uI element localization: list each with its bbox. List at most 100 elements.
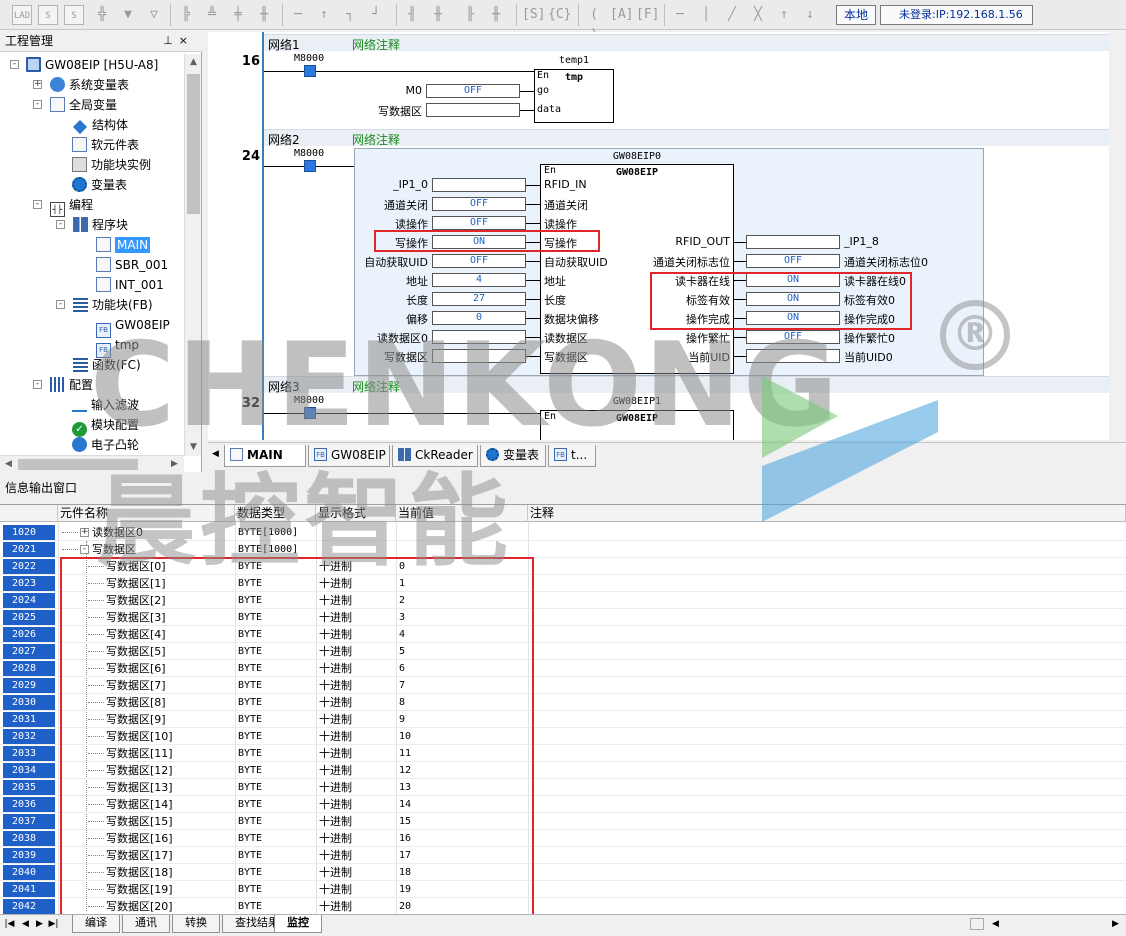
input-value-field[interactable]: 27 bbox=[432, 292, 526, 306]
insert-down-icon[interactable]: ▼ bbox=[118, 5, 138, 25]
contact-no-icon[interactable]: ╢ bbox=[402, 5, 422, 25]
output-value-field[interactable] bbox=[746, 235, 840, 249]
prev-tab-icon[interactable]: ◀ bbox=[20, 919, 31, 929]
last-tab-icon[interactable]: ▶| bbox=[48, 919, 59, 929]
tree-item-global-vars[interactable]: 全局变量 bbox=[50, 95, 117, 115]
network-header[interactable]: 网络2 网络注释 bbox=[264, 129, 1126, 147]
contact-m8000[interactable] bbox=[304, 65, 316, 77]
tab-gw08eip[interactable]: FB GW08EIP bbox=[308, 445, 390, 467]
expand-toggle[interactable]: + bbox=[80, 528, 89, 537]
tree-item-main[interactable]: MAIN bbox=[96, 235, 151, 255]
expand-toggle[interactable]: - bbox=[33, 380, 42, 389]
output-value-field[interactable]: OFF bbox=[746, 330, 840, 344]
tab-comm[interactable]: 通讯 bbox=[122, 915, 170, 933]
output-value-field[interactable] bbox=[746, 349, 840, 363]
expand-toggle[interactable]: - bbox=[80, 545, 89, 554]
tree-item-functions[interactable]: 函数(FC) bbox=[73, 355, 141, 375]
local-button[interactable]: 本地 bbox=[836, 5, 876, 25]
tree-item-int001[interactable]: INT_001 bbox=[96, 275, 164, 295]
input-value-field[interactable]: OFF bbox=[432, 197, 526, 211]
coil-a-icon[interactable]: [A] bbox=[610, 5, 633, 25]
contact-m8000[interactable] bbox=[304, 160, 316, 172]
tree-item-system-vars[interactable]: 系统变量表 bbox=[50, 75, 129, 95]
coil-set-icon[interactable]: [S] bbox=[522, 5, 545, 25]
coil-reset-icon[interactable]: {C} bbox=[548, 5, 571, 25]
tab-var-table[interactable]: 变量表 bbox=[480, 445, 546, 467]
tab-more[interactable]: FB t... bbox=[548, 445, 596, 467]
tree-item-var-table[interactable]: 变量表 bbox=[72, 175, 127, 195]
vline-icon[interactable]: ↑ bbox=[314, 5, 334, 25]
table-row[interactable]: 2021 - 写数据区 BYTE[1000] bbox=[0, 541, 1126, 558]
arrow-down-icon[interactable]: ↓ bbox=[800, 5, 820, 25]
output-value-field[interactable]: OFF bbox=[746, 254, 840, 268]
input-value-field[interactable]: OFF bbox=[432, 216, 526, 230]
tree-item-programming[interactable]: ┤├ 编程 bbox=[50, 195, 93, 217]
coil-icon[interactable]: ( ) bbox=[584, 5, 604, 42]
expand-toggle[interactable]: - bbox=[56, 300, 65, 309]
tab-main[interactable]: MAIN bbox=[224, 445, 306, 467]
line-vertical-icon[interactable]: │ bbox=[696, 5, 716, 25]
parallel-icon[interactable]: ╪ bbox=[228, 5, 248, 25]
hscroll-right-icon[interactable]: ▶ bbox=[1110, 919, 1121, 929]
insert-row-icon[interactable]: ╬ bbox=[92, 5, 112, 25]
tab-monitor[interactable]: 监控 bbox=[274, 915, 322, 933]
delete-vline-icon[interactable]: ╳ bbox=[748, 5, 768, 25]
ladder-mode-icon[interactable]: LAD bbox=[12, 5, 32, 25]
branch-end-icon[interactable]: ╩ bbox=[202, 5, 222, 25]
tree-item-function-blocks[interactable]: 功能块(FB) bbox=[73, 295, 153, 315]
tree-item-gw08eip[interactable]: FB GW08EIP bbox=[96, 315, 170, 338]
expand-toggle[interactable]: - bbox=[56, 220, 65, 229]
delete-line-icon[interactable]: ╱ bbox=[722, 5, 742, 25]
input-value-field[interactable]: 0 bbox=[432, 311, 526, 325]
tab-ckreader[interactable]: CkReader bbox=[392, 445, 478, 467]
expand-toggle[interactable]: - bbox=[33, 100, 42, 109]
tree-item-device-table[interactable]: 软元件表 bbox=[72, 135, 139, 155]
line-horizontal-icon[interactable]: ─ bbox=[670, 5, 690, 25]
value-field[interactable] bbox=[426, 103, 520, 117]
input-value-field[interactable]: OFF bbox=[432, 254, 526, 268]
tree-item-tmp[interactable]: FB tmp bbox=[96, 335, 139, 358]
contact-rise-icon[interactable]: ╟ bbox=[460, 5, 480, 25]
tree-item-cam[interactable]: 电子凸轮 bbox=[72, 435, 139, 454]
scroll-thumb[interactable] bbox=[187, 74, 200, 214]
input-value-field[interactable] bbox=[432, 178, 526, 192]
st-mode-icon[interactable]: S bbox=[64, 5, 84, 25]
network-header[interactable]: 网络3 网络注释 bbox=[264, 376, 1126, 394]
hline-icon[interactable]: ─ bbox=[288, 5, 308, 25]
branch-icon[interactable]: ╠ bbox=[176, 5, 196, 25]
contact-nc-icon[interactable]: ╫ bbox=[428, 5, 448, 25]
tab-compile[interactable]: 编译 bbox=[72, 915, 120, 933]
expand-toggle[interactable]: - bbox=[33, 200, 42, 209]
scroll-thumb[interactable] bbox=[18, 459, 138, 470]
next-tab-icon[interactable]: ▶ bbox=[34, 919, 45, 929]
scroll-right-icon[interactable]: ▶ bbox=[166, 456, 183, 473]
ladder-vertical-scrollbar[interactable] bbox=[1109, 32, 1126, 440]
input-value-field[interactable] bbox=[432, 330, 526, 344]
scroll-left-icon[interactable]: ◀ bbox=[0, 456, 17, 473]
expand-toggle[interactable]: + bbox=[33, 80, 42, 89]
hscroll-left-icon[interactable]: ◀ bbox=[990, 919, 1001, 929]
connect-icon[interactable]: ┐ bbox=[340, 5, 360, 25]
contact-m8000[interactable] bbox=[304, 407, 316, 419]
arrow-up-icon[interactable]: ↑ bbox=[774, 5, 794, 25]
parallel-end-icon[interactable]: ╫ bbox=[254, 5, 274, 25]
tab-scroll-left-icon[interactable]: ◀ bbox=[210, 449, 221, 459]
sfc-mode-icon[interactable]: S bbox=[38, 5, 58, 25]
tree-vertical-scrollbar[interactable]: ▲ ▼ bbox=[184, 54, 201, 456]
scroll-up-icon[interactable]: ▲ bbox=[185, 54, 202, 71]
expand-toggle[interactable]: - bbox=[10, 60, 19, 69]
table-row[interactable]: 1020 + 读数据区0 BYTE[1000] bbox=[0, 524, 1126, 541]
tree-item-input-filter[interactable]: 输入滤波 bbox=[72, 395, 139, 415]
tree-item-program-blocks[interactable]: 程序块 bbox=[73, 215, 128, 235]
tree-item-project[interactable]: GW08EIP [H5U-A8] bbox=[26, 55, 158, 75]
ladder-editor[interactable]: 网络1 网络注释 16 M8000 temp1 En tmp M0 OFF go… bbox=[208, 32, 1126, 440]
tree-item-config[interactable]: 配置 bbox=[50, 375, 93, 395]
tree-item-module-config[interactable]: ✓ 模块配置 bbox=[72, 415, 139, 437]
input-value-field[interactable] bbox=[432, 349, 526, 363]
contact-fall-icon[interactable]: ╫ bbox=[486, 5, 506, 25]
connect-end-icon[interactable]: ┘ bbox=[366, 5, 386, 25]
input-value-field[interactable]: 4 bbox=[432, 273, 526, 287]
network-header[interactable]: 网络1 网络注释 bbox=[264, 34, 1126, 52]
coil-f-icon[interactable]: [F] bbox=[636, 5, 659, 25]
value-field[interactable]: OFF bbox=[426, 84, 520, 98]
